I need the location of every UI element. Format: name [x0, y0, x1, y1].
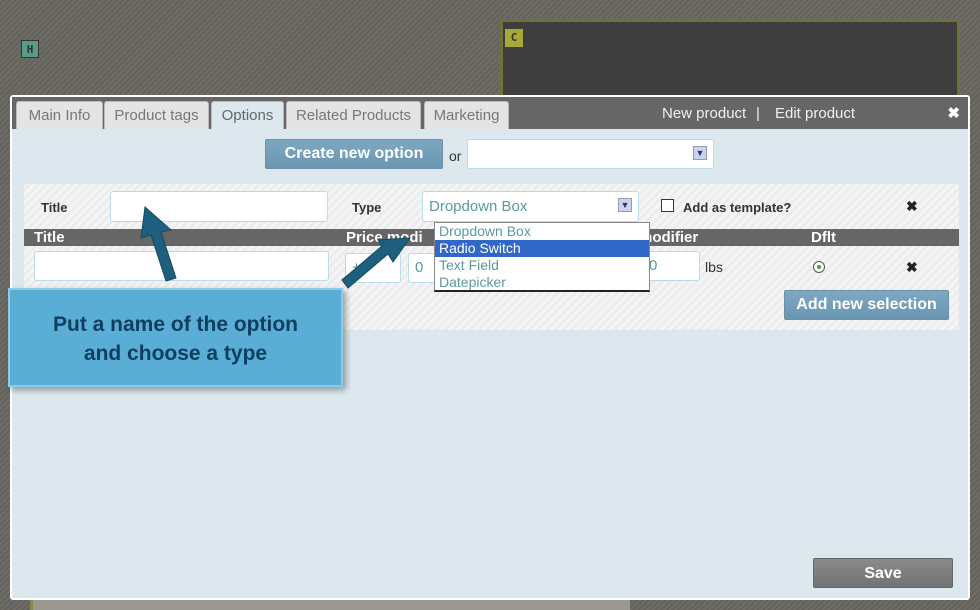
arrow-to-title-icon [140, 206, 177, 282]
annotation-arrows [140, 206, 412, 289]
arrow-to-type-icon [341, 237, 412, 289]
